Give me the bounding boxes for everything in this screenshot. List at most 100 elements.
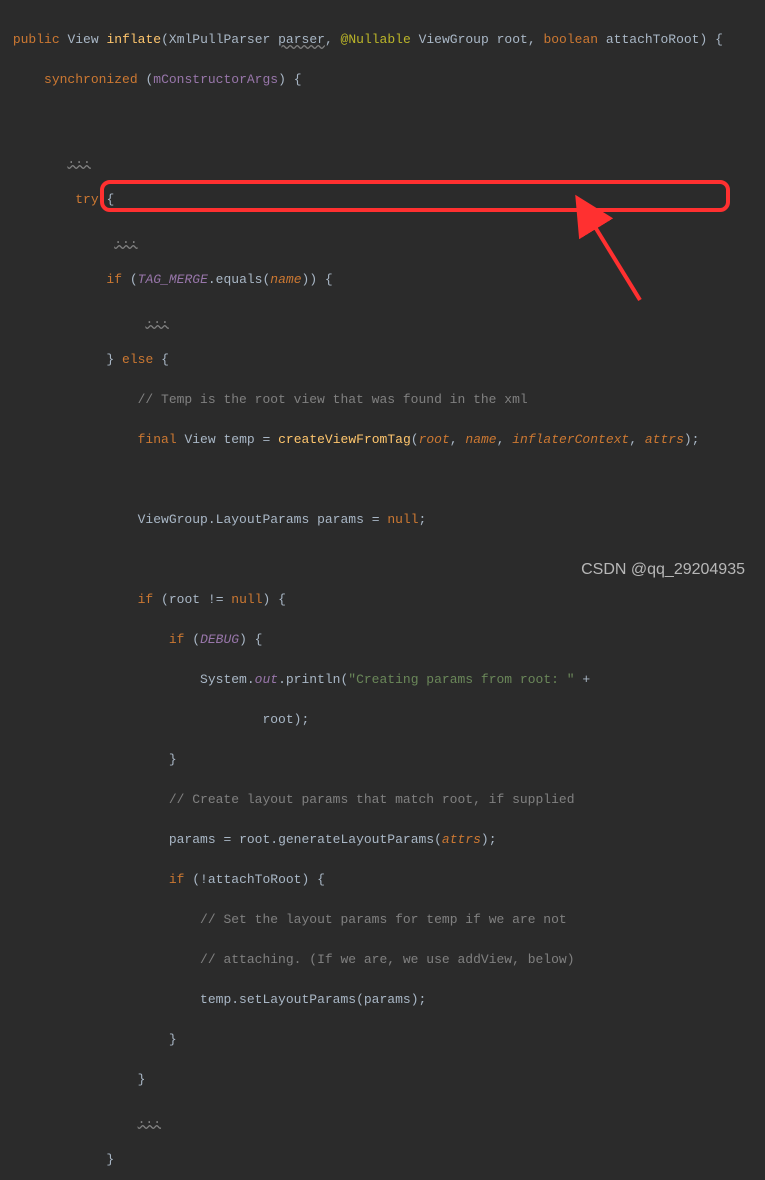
string-literal: "Creating params from root: "	[348, 672, 574, 687]
field: mConstructorArgs	[153, 72, 278, 87]
fold-marker[interactable]: ...	[114, 232, 137, 247]
code-line: }	[5, 1030, 760, 1050]
semi: ;	[419, 512, 427, 527]
code-line: }	[5, 1150, 760, 1170]
fold-marker[interactable]: ...	[138, 1112, 161, 1127]
brace: {	[161, 352, 169, 367]
keyword: if	[169, 632, 185, 647]
op: +	[582, 672, 590, 687]
keyword: try	[75, 192, 98, 207]
comma: ,	[497, 432, 513, 447]
eq: =	[223, 832, 239, 847]
keyword: if	[106, 272, 122, 287]
comment: // attaching. (If we are, we use addView…	[200, 952, 574, 967]
code-line: ...	[5, 310, 760, 330]
param: parser	[278, 32, 325, 47]
eq: =	[372, 512, 388, 527]
fold-marker[interactable]: ...	[145, 312, 168, 327]
paren: ) {	[278, 72, 301, 87]
class: System.	[200, 672, 255, 687]
paren: ) {	[239, 632, 262, 647]
brace: }	[169, 752, 177, 767]
comma: ,	[528, 32, 544, 47]
code-line: public View inflate(XmlPullParser parser…	[5, 30, 760, 50]
code-line: System.out.println("Creating params from…	[5, 670, 760, 690]
code-line: if (!attachToRoot) {	[5, 870, 760, 890]
eq: =	[263, 432, 279, 447]
method-call: .equals(	[208, 272, 270, 287]
local-var: params	[317, 512, 364, 527]
paren: (	[192, 632, 200, 647]
code-line: temp.setLayoutParams(params);	[5, 990, 760, 1010]
field: out	[255, 672, 278, 687]
code-line: root);	[5, 710, 760, 730]
code-line: // attaching. (If we are, we use addView…	[5, 950, 760, 970]
method-call: createViewFromTag	[278, 432, 411, 447]
var: attachToRoot	[208, 872, 302, 887]
var: root	[262, 712, 293, 727]
keyword: boolean	[543, 32, 598, 47]
method-inflate: inflate	[106, 32, 161, 47]
keyword: null	[387, 512, 418, 527]
comment: // Temp is the root view that was found …	[138, 392, 528, 407]
annotation: @Nullable	[341, 32, 411, 47]
code-line: } else {	[5, 350, 760, 370]
var: params	[169, 832, 216, 847]
keyword: null	[231, 592, 262, 607]
comment: // Set the layout params for temp if we …	[200, 912, 567, 927]
paren: (	[161, 32, 169, 47]
code-line: if (root != null) {	[5, 590, 760, 610]
paren: ) {	[699, 32, 722, 47]
comma: ,	[325, 32, 341, 47]
brace: }	[169, 1032, 177, 1047]
paren: (	[130, 272, 138, 287]
type: XmlPullParser	[169, 32, 270, 47]
paren: );	[411, 992, 427, 1007]
code-line: ...	[5, 1110, 760, 1130]
arg: attrs	[645, 432, 684, 447]
arg: root	[419, 432, 450, 447]
paren: (	[411, 432, 419, 447]
method-call: .println(	[278, 672, 348, 687]
type: View	[184, 432, 215, 447]
code-editor: public View inflate(XmlPullParser parser…	[5, 10, 760, 1180]
keyword: synchronized	[44, 72, 138, 87]
brace: }	[106, 1152, 114, 1167]
type: .LayoutParams	[208, 512, 309, 527]
constant: TAG_MERGE	[138, 272, 208, 287]
paren: ) {	[263, 592, 286, 607]
code-line: // Create layout params that match root,…	[5, 790, 760, 810]
watermark: CSDN @qq_29204935	[581, 560, 745, 580]
comma: ,	[450, 432, 466, 447]
keyword: if	[138, 592, 154, 607]
comma: ,	[629, 432, 645, 447]
code-line: }	[5, 1070, 760, 1090]
local-var: temp	[223, 432, 254, 447]
arg: attrs	[442, 832, 481, 847]
op: !=	[208, 592, 231, 607]
paren: )) {	[302, 272, 333, 287]
method-call: root.generateLayoutParams(	[239, 832, 442, 847]
param: root	[497, 32, 528, 47]
arg: name	[465, 432, 496, 447]
fold-marker[interactable]: ...	[67, 152, 90, 167]
type: ViewGroup	[138, 512, 208, 527]
paren: );	[294, 712, 310, 727]
code-line: params = root.generateLayoutParams(attrs…	[5, 830, 760, 850]
code-line: ...	[5, 230, 760, 250]
constant: DEBUG	[200, 632, 239, 647]
paren: (!	[192, 872, 208, 887]
arg: name	[270, 272, 301, 287]
code-line: }	[5, 750, 760, 770]
keyword: else	[122, 352, 153, 367]
code-line: if (TAG_MERGE.equals(name)) {	[5, 270, 760, 290]
code-line: ViewGroup.LayoutParams params = null;	[5, 510, 760, 530]
code-line: ...	[5, 150, 760, 170]
brace: {	[106, 192, 114, 207]
arg: inflaterContext	[512, 432, 629, 447]
code-line: try {	[5, 190, 760, 210]
keyword: if	[169, 872, 185, 887]
code-line	[5, 470, 760, 490]
code-line	[5, 110, 760, 130]
var: root	[169, 592, 200, 607]
